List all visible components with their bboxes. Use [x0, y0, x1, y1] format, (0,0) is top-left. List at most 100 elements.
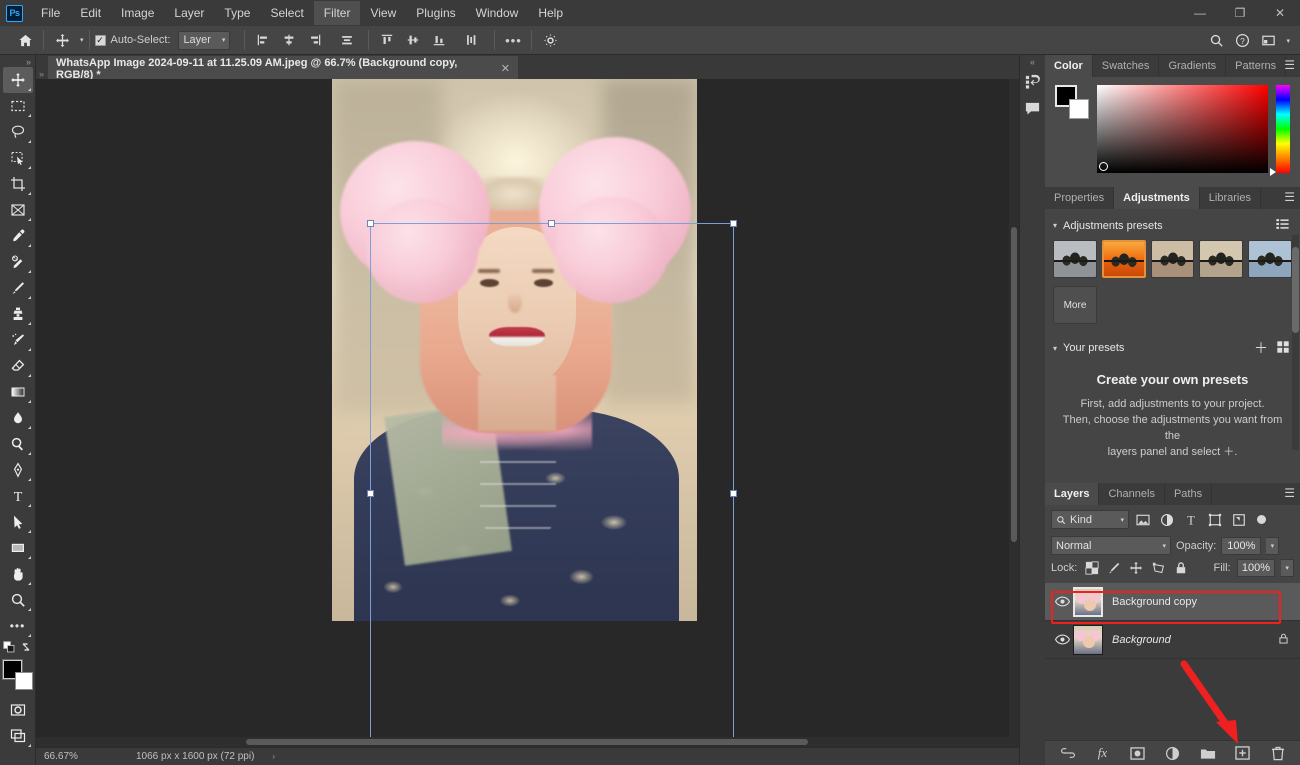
preset-cool[interactable] — [1248, 240, 1292, 278]
layer-name[interactable]: Background — [1112, 634, 1277, 646]
tab-paths[interactable]: Paths — [1165, 483, 1213, 505]
search-icon[interactable] — [1203, 28, 1229, 54]
filter-adjustment-icon[interactable] — [1157, 510, 1177, 529]
help-icon[interactable]: ? — [1229, 28, 1255, 54]
layer-lock-icon[interactable] — [1277, 632, 1290, 648]
add-preset-icon[interactable]: ＋ — [1254, 338, 1268, 358]
layer-row-background-copy[interactable]: Background copy — [1045, 583, 1300, 621]
gradient-tool[interactable] — [3, 379, 33, 405]
preset-sepia[interactable] — [1199, 240, 1244, 278]
layer-row-background[interactable]: Background — [1045, 621, 1300, 659]
tab-gradients[interactable]: Gradients — [1159, 55, 1227, 77]
tab-patterns[interactable]: Patterns — [1226, 55, 1287, 77]
your-presets-header[interactable]: ▾ Your presets ＋ — [1045, 330, 1300, 364]
auto-select-checkbox[interactable]: ✓ — [94, 34, 106, 46]
clone-stamp-tool[interactable] — [3, 301, 33, 327]
color-swatches[interactable] — [1, 659, 34, 691]
grid-icon[interactable] — [1276, 340, 1290, 357]
brush-tool[interactable] — [3, 275, 33, 301]
chevron-down-icon[interactable]: ▾ — [1053, 221, 1057, 230]
tab-channels[interactable]: Channels — [1099, 483, 1165, 505]
layer-visibility-toggle[interactable] — [1051, 596, 1073, 607]
menu-edit[interactable]: Edit — [70, 1, 111, 25]
close-button[interactable]: ✕ — [1260, 0, 1300, 26]
rail-collapse-icon[interactable]: « — [1030, 57, 1035, 69]
menu-plugins[interactable]: Plugins — [406, 1, 465, 25]
toolbar-collapse-icon[interactable]: » — [26, 57, 31, 67]
fill-chevron-icon[interactable]: ▾ — [1281, 559, 1294, 577]
vertical-scroll-thumb[interactable] — [1011, 227, 1017, 542]
list-view-icon[interactable] — [1275, 217, 1290, 234]
lock-image-pixels-icon[interactable] — [1106, 560, 1122, 577]
horizontal-scroll-thumb[interactable] — [246, 739, 808, 745]
adjustments-panel-menu-icon[interactable]: ☰ — [1284, 191, 1295, 203]
tool-preset-caret-icon[interactable]: ▾ — [80, 36, 84, 44]
zoom-tool[interactable] — [3, 587, 33, 613]
workspace-chevron-icon[interactable]: ▾ — [1286, 37, 1290, 45]
move-tool[interactable] — [2, 67, 33, 93]
workspace-switcher-icon[interactable] — [1255, 28, 1281, 54]
tab-adjustments[interactable]: Adjustments — [1114, 187, 1200, 209]
link-layers-icon[interactable] — [1059, 744, 1077, 762]
align-vertical-centers-icon[interactable] — [400, 27, 426, 53]
history-icon[interactable] — [1021, 69, 1045, 95]
lock-transparent-pixels-icon[interactable] — [1083, 560, 1099, 577]
preset-bw[interactable] — [1053, 240, 1097, 278]
pen-tool[interactable] — [3, 457, 33, 483]
menu-type[interactable]: Type — [214, 1, 260, 25]
layer-list[interactable]: Background copy Background — [1045, 583, 1300, 740]
document-tab[interactable]: WhatsApp Image 2024-09-11 at 11.25.09 AM… — [48, 56, 518, 81]
color-field[interactable] — [1097, 85, 1268, 173]
align-right-edges-icon[interactable] — [302, 27, 328, 53]
image-artboard[interactable] — [332, 79, 697, 621]
fill-value[interactable]: 100% — [1236, 559, 1276, 577]
home-icon[interactable] — [12, 27, 38, 53]
quick-mask-icon[interactable] — [3, 697, 33, 723]
layer-name[interactable]: Background copy — [1112, 596, 1294, 608]
filter-toggle[interactable] — [1257, 515, 1266, 524]
add-layer-mask-icon[interactable] — [1129, 744, 1147, 762]
new-group-icon[interactable] — [1199, 744, 1217, 762]
lasso-tool[interactable] — [3, 119, 33, 145]
menu-layer[interactable]: Layer — [164, 1, 214, 25]
eraser-tool[interactable] — [3, 353, 33, 379]
type-tool[interactable]: T — [3, 483, 33, 509]
menu-view[interactable]: View — [360, 1, 406, 25]
background-color-swatch[interactable] — [14, 672, 33, 690]
restore-button[interactable]: ❐ — [1220, 0, 1260, 26]
lock-all-icon[interactable] — [1173, 560, 1189, 577]
menu-select[interactable]: Select — [260, 1, 313, 25]
align-left-edges-icon[interactable] — [250, 27, 276, 53]
opacity-value[interactable]: 100% — [1221, 536, 1262, 555]
preset-sunset[interactable] — [1101, 240, 1146, 278]
more-presets-button[interactable]: More — [1053, 286, 1097, 324]
tab-color[interactable]: Color — [1045, 55, 1093, 77]
zoom-level[interactable]: 66.67% — [44, 751, 106, 762]
status-expand-icon[interactable]: › — [272, 752, 275, 761]
canvas-vertical-scrollbar[interactable] — [1009, 79, 1019, 747]
adjustments-presets-header[interactable]: ▾ Adjustments presets — [1045, 209, 1300, 240]
layers-panel-menu-icon[interactable]: ☰ — [1284, 487, 1295, 499]
distribute-vertical-icon[interactable] — [458, 27, 484, 53]
canvas[interactable]: Select subject Remove background ••• — [36, 79, 1019, 747]
preset-warm[interactable] — [1150, 240, 1195, 278]
lock-position-icon[interactable] — [1128, 560, 1144, 577]
menu-filter[interactable]: Filter — [313, 1, 361, 25]
spot-healing-brush-tool[interactable] — [3, 249, 33, 275]
tabstrip-collapse-icon[interactable]: » — [36, 63, 48, 79]
layer-thumbnail[interactable] — [1073, 586, 1103, 617]
delete-layer-icon[interactable] — [1269, 744, 1287, 762]
align-horizontal-centers-icon[interactable] — [276, 27, 302, 53]
color-picker-marker[interactable] — [1099, 162, 1108, 171]
filter-type-icon[interactable]: T — [1181, 510, 1201, 529]
adjustments-scrollbar[interactable] — [1292, 235, 1299, 450]
blur-tool[interactable] — [3, 405, 33, 431]
blend-mode-dropdown[interactable]: Normal ▾ — [1051, 536, 1171, 555]
crop-tool[interactable] — [3, 171, 33, 197]
object-selection-tool[interactable] — [3, 145, 33, 171]
filter-shape-icon[interactable] — [1205, 510, 1225, 529]
marquee-tool[interactable] — [3, 93, 33, 119]
eyedropper-tool[interactable] — [3, 223, 33, 249]
canvas-horizontal-scrollbar[interactable] — [36, 737, 1009, 747]
distribute-horizontal-icon[interactable] — [334, 27, 360, 53]
